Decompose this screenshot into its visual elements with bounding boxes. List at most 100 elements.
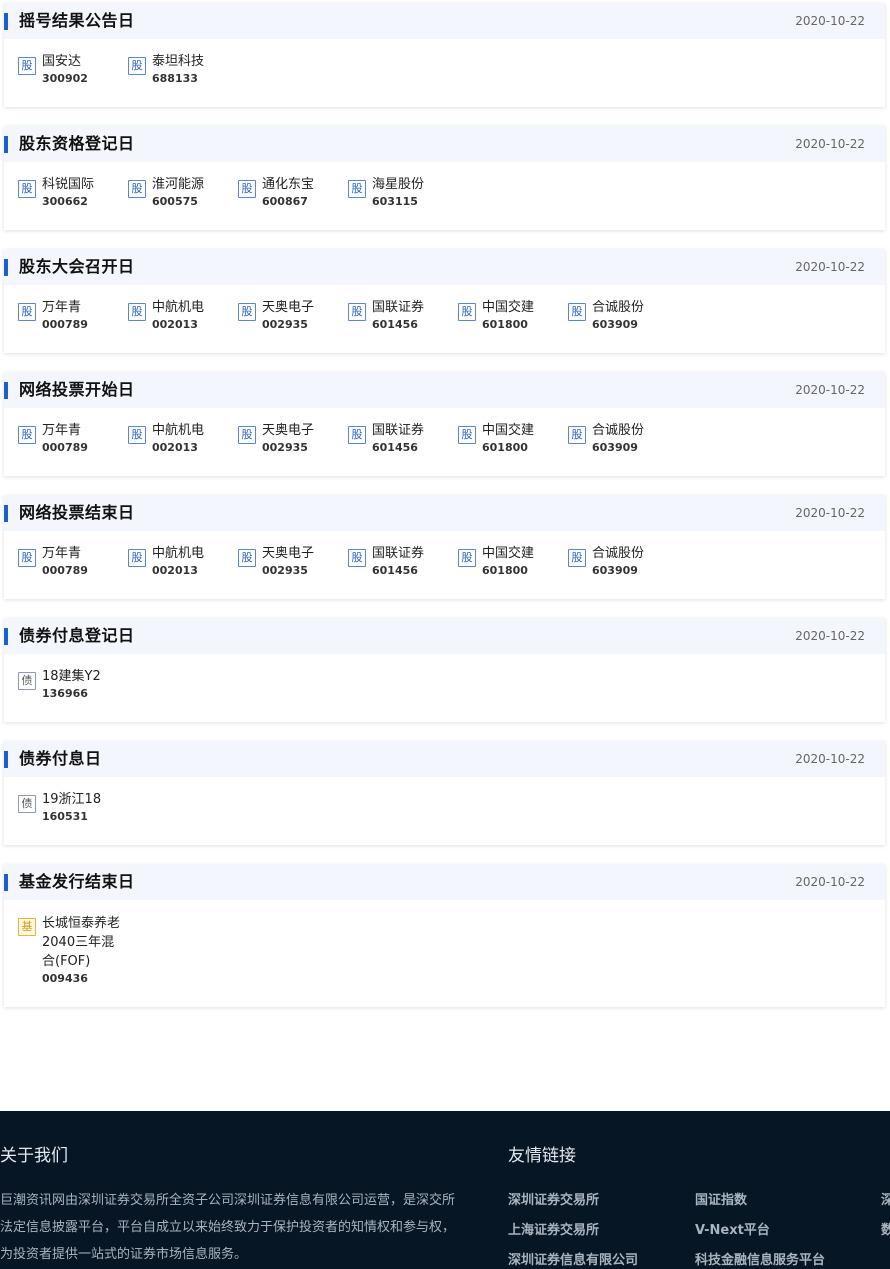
security-name[interactable]: 中航机电: [152, 299, 204, 317]
security-code[interactable]: 002013: [152, 317, 198, 333]
security-name[interactable]: 天奥电子: [262, 545, 314, 563]
section-title: 债券付息登记日: [19, 626, 135, 645]
stock-icon: 股: [18, 180, 36, 198]
stock-icon: 股: [458, 549, 476, 567]
stock-icon: 股: [348, 180, 366, 198]
section-header: 股东资格登记日 2020-10-22: [4, 126, 885, 162]
security-code[interactable]: 601456: [372, 563, 418, 579]
accent-bar: [4, 874, 8, 891]
section-fund-issue-end: 基金发行结束日 2020-10-22 基 长城恒泰养老2040三年混合(FOF)…: [4, 864, 885, 1007]
security-code[interactable]: 688133: [152, 71, 198, 87]
security-name[interactable]: 合诚股份: [592, 422, 644, 440]
footer-link-vnext[interactable]: V-Next平台: [695, 1219, 770, 1238]
security-code[interactable]: 601456: [372, 440, 418, 456]
bond-icon: 债: [18, 672, 36, 690]
security-code[interactable]: 002935: [262, 440, 308, 456]
section-header: 网络投票结束日 2020-10-22: [4, 495, 885, 531]
security-name[interactable]: 中航机电: [152, 545, 204, 563]
section-date: 2020-10-22: [795, 137, 865, 151]
section-title: 网络投票结束日: [19, 503, 135, 522]
security-name[interactable]: 18建集Y2: [42, 668, 101, 686]
footer-link-cnindex[interactable]: 国证指数: [695, 1189, 747, 1208]
security-code[interactable]: 136966: [42, 686, 88, 702]
stock-icon: 股: [238, 426, 256, 444]
security-code[interactable]: 603909: [592, 563, 638, 579]
section-date: 2020-10-22: [795, 260, 865, 274]
security-code[interactable]: 600575: [152, 194, 198, 210]
security-code[interactable]: 002013: [152, 563, 198, 579]
security-name[interactable]: 海星股份: [372, 176, 424, 194]
security-code[interactable]: 000789: [42, 440, 88, 456]
stock-icon: 股: [348, 549, 366, 567]
security-name[interactable]: 长城恒泰养老2040三年混合(FOF): [42, 914, 122, 971]
section-header: 债券付息登记日 2020-10-22: [4, 618, 885, 654]
security-name[interactable]: 天奥电子: [262, 299, 314, 317]
security-code[interactable]: 603909: [592, 317, 638, 333]
security-code[interactable]: 300902: [42, 71, 88, 87]
security-code[interactable]: 300662: [42, 194, 88, 210]
security-name[interactable]: 科锐国际: [42, 176, 94, 194]
security-name[interactable]: 通化东宝: [262, 176, 314, 194]
section-header: 网络投票开始日 2020-10-22: [4, 372, 885, 408]
security-code[interactable]: 009436: [42, 971, 88, 987]
security-name[interactable]: 泰坦科技: [152, 53, 204, 71]
about-us-text: 巨潮资讯网由深圳证券交易所全资子公司深圳证券信息有限公司运营，是深交所法定信息披…: [0, 1193, 456, 1262]
security-name[interactable]: 国安达: [42, 53, 81, 71]
security-code[interactable]: 002013: [152, 440, 198, 456]
section-shareholder-registration: 股东资格登记日 2020-10-22 股 科锐国际 300662 股 淮河能源 …: [4, 126, 885, 230]
security-code[interactable]: 002935: [262, 563, 308, 579]
security-code[interactable]: 603909: [592, 440, 638, 456]
stock-icon: 股: [128, 549, 146, 567]
security-code[interactable]: 000789: [42, 563, 88, 579]
stock-icon: 股: [128, 303, 146, 321]
footer-link-szse[interactable]: 深圳证券交易所: [508, 1189, 599, 1208]
security-name[interactable]: 中国交建: [482, 545, 534, 563]
security-name[interactable]: 国联证券: [372, 299, 424, 317]
security-code[interactable]: 160531: [42, 809, 88, 825]
security-code[interactable]: 601456: [372, 317, 418, 333]
footer-link-ssic[interactable]: 深圳证券信息有限公司: [508, 1249, 638, 1268]
security-name[interactable]: 国联证券: [372, 545, 424, 563]
security-name[interactable]: 合诚股份: [592, 299, 644, 317]
security-name[interactable]: 万年青: [42, 422, 81, 440]
security-code[interactable]: 002935: [262, 317, 308, 333]
security-name[interactable]: 中国交建: [482, 422, 534, 440]
security-name[interactable]: 中国交建: [482, 299, 534, 317]
security-code[interactable]: 600867: [262, 194, 308, 210]
security-name[interactable]: 万年青: [42, 545, 81, 563]
section-date: 2020-10-22: [795, 383, 865, 397]
security-code[interactable]: 603115: [372, 194, 418, 210]
footer-link-sse[interactable]: 上海证券交易所: [508, 1219, 599, 1238]
footer-link-partial-1[interactable]: 深: [881, 1189, 890, 1208]
security-code[interactable]: 601800: [482, 563, 528, 579]
section-date: 2020-10-22: [795, 875, 865, 889]
security-code[interactable]: 000789: [42, 317, 88, 333]
bond-icon: 债: [18, 795, 36, 813]
stock-icon: 股: [238, 180, 256, 198]
footer-link-fintech[interactable]: 科技金融信息服务平台: [695, 1249, 825, 1268]
security-name[interactable]: 天奥电子: [262, 422, 314, 440]
security-name[interactable]: 合诚股份: [592, 545, 644, 563]
section-header: 债券付息日 2020-10-22: [4, 741, 885, 777]
security-name[interactable]: 19浙江18: [42, 791, 101, 809]
section-date: 2020-10-22: [795, 14, 865, 28]
security-code[interactable]: 601800: [482, 317, 528, 333]
stock-icon: 股: [18, 57, 36, 75]
stock-icon: 股: [568, 549, 586, 567]
security-name[interactable]: 中航机电: [152, 422, 204, 440]
security-name[interactable]: 万年青: [42, 299, 81, 317]
section-lottery-result: 摇号结果公告日 2020-10-22 股 国安达 300902 股 泰坦科技 6…: [4, 3, 885, 107]
stock-icon: 股: [238, 549, 256, 567]
security-name[interactable]: 淮河能源: [152, 176, 204, 194]
about-us-title: 关于我们: [0, 1146, 68, 1166]
security-name[interactable]: 国联证券: [372, 422, 424, 440]
footer-link-partial-2[interactable]: 数: [881, 1219, 890, 1238]
accent-bar: [4, 259, 8, 276]
section-date: 2020-10-22: [795, 506, 865, 520]
fund-icon: 基: [18, 918, 36, 936]
security-code[interactable]: 601800: [482, 440, 528, 456]
calendar-sections: 摇号结果公告日 2020-10-22 股 国安达 300902 股 泰坦科技 6…: [4, 3, 885, 1026]
stock-icon: 股: [128, 57, 146, 75]
stock-icon: 股: [568, 426, 586, 444]
section-header: 股东大会召开日 2020-10-22: [4, 249, 885, 285]
